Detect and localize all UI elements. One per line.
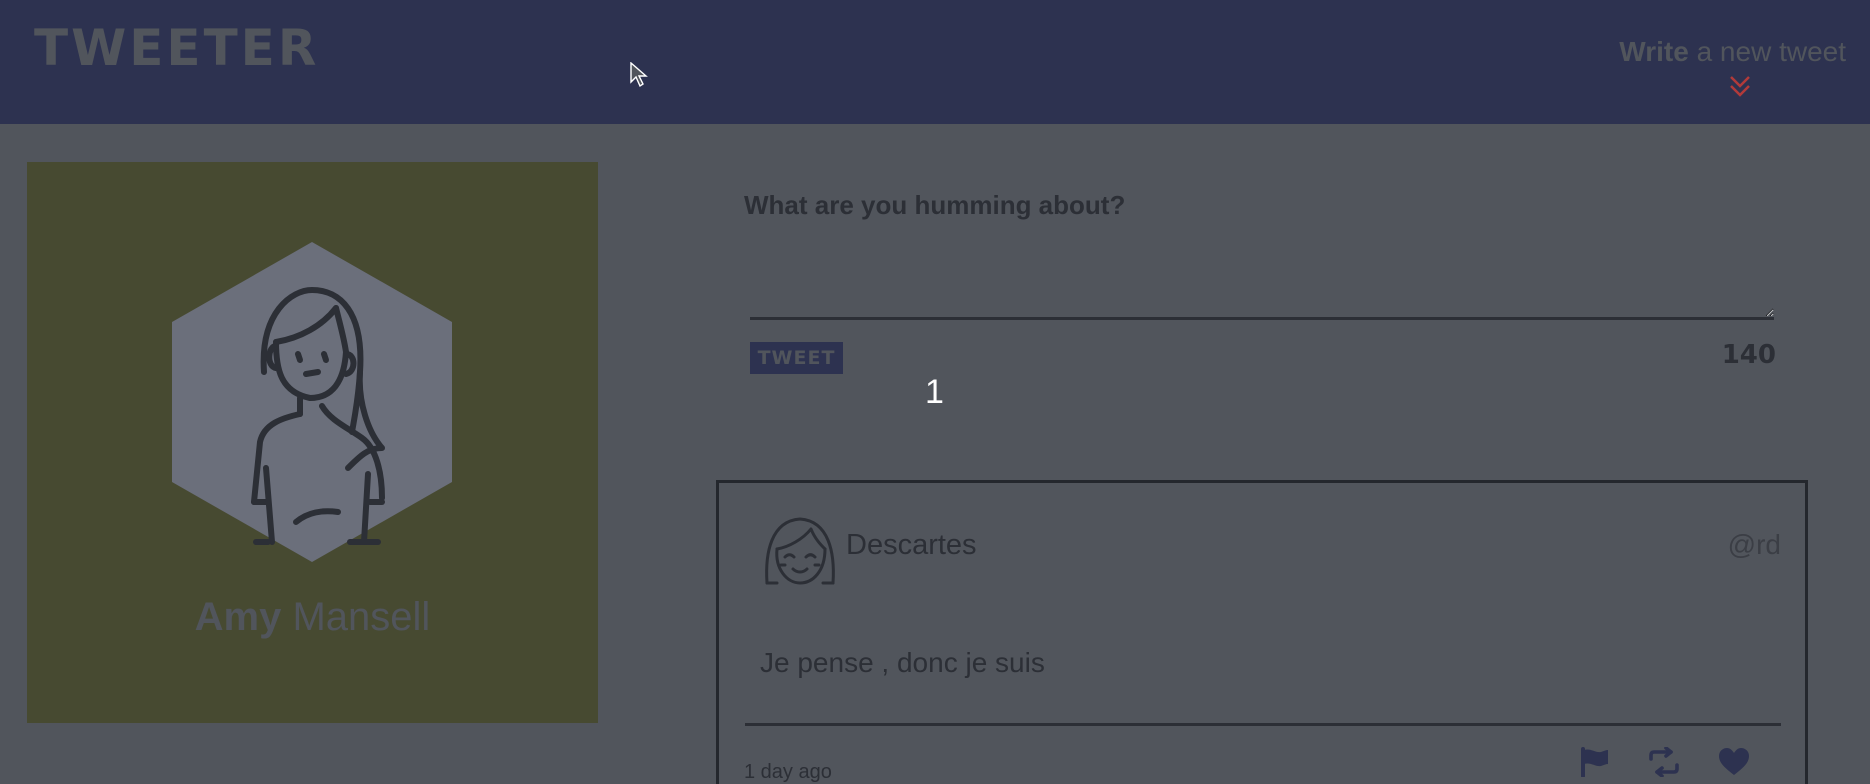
flag-icon[interactable] xyxy=(1577,747,1611,777)
profile-card: Amy Mansell xyxy=(27,162,598,723)
tweet-text: Je pense , donc je suis xyxy=(760,647,1045,678)
write-new-tweet-toggle[interactable]: Write a new tweet xyxy=(1619,34,1846,97)
tweet-divider xyxy=(745,723,1781,726)
mouse-pointer-icon xyxy=(630,62,648,88)
profile-name: Amy Mansell xyxy=(27,592,598,642)
girl-avatar-icon xyxy=(172,242,452,562)
profile-first-name: Amy xyxy=(194,595,282,639)
brand-logo[interactable]: TWEETER xyxy=(34,20,319,76)
double-chevron-down-icon[interactable] xyxy=(1728,74,1752,100)
floating-count-label: 1 xyxy=(925,373,944,411)
top-nav: TWEETER Write a new tweet xyxy=(0,0,1870,124)
tweet-author[interactable]: Descartes xyxy=(846,529,977,562)
tweet-timestamp: 1 day ago xyxy=(744,761,832,783)
app-root: TWEETER Write a new tweet Amy Mansell Wh… xyxy=(0,0,1870,784)
write-new-tweet-rest: a new tweet xyxy=(1688,36,1846,67)
smiling-girl-avatar-icon xyxy=(765,517,835,585)
char-counter: 140 xyxy=(1721,340,1776,370)
tweet-card: Descartes @rd Je pense , donc je suis 1 … xyxy=(716,480,1808,784)
tweet-button[interactable]: TWEET xyxy=(750,342,843,374)
heart-icon[interactable] xyxy=(1717,747,1751,777)
tweet-textarea[interactable] xyxy=(750,236,1774,320)
profile-last-name: Mansell xyxy=(281,595,431,639)
tweet-actions xyxy=(1577,747,1751,777)
tweet-handle[interactable]: @rd xyxy=(1728,529,1781,561)
write-new-tweet-bold: Write xyxy=(1619,36,1689,67)
composer-label: What are you humming about? xyxy=(744,190,1126,220)
write-new-tweet-label: Write a new tweet xyxy=(1619,34,1846,70)
retweet-icon[interactable] xyxy=(1647,747,1681,777)
